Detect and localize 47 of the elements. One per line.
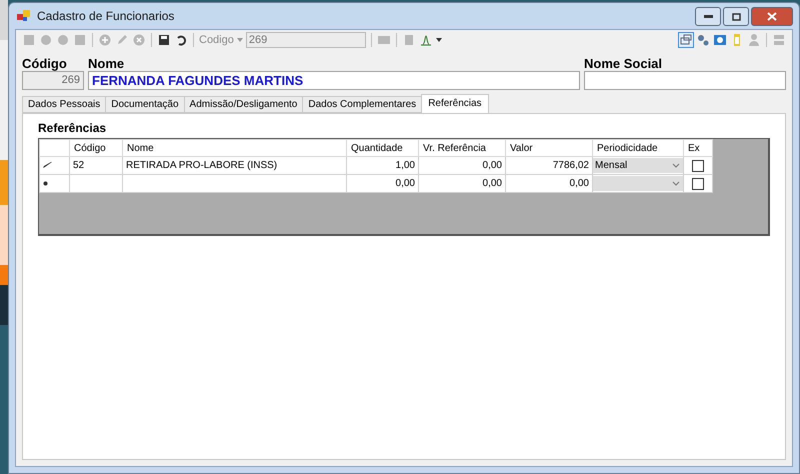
tab[interactable]: Admissão/Desligamento [184, 96, 304, 113]
tab[interactable]: Dados Pessoais [22, 96, 106, 113]
table-cell: RETIRADA PRO-LABORE (INSS) [122, 156, 346, 174]
table-cell: 7786,02 [506, 156, 592, 174]
close-icon [767, 12, 777, 21]
period-dropdown[interactable]: Mensal [593, 158, 683, 173]
table-cell: 0,00 [418, 156, 506, 174]
checkbox[interactable] [692, 160, 704, 172]
tab[interactable]: Dados Complementares [302, 96, 422, 113]
maximize-icon [732, 12, 740, 20]
social-name-field[interactable] [584, 71, 786, 90]
app-icon [17, 10, 31, 22]
field-label: Código [22, 56, 68, 71]
table-cell: 0,00 [346, 174, 418, 192]
window-title: Cadastro de Funcionarios [37, 9, 174, 23]
tab[interactable]: Documentação [105, 96, 185, 113]
field-label: Nome Social [584, 56, 664, 71]
search-field[interactable]: 269 [246, 32, 366, 48]
checkbox[interactable] [692, 178, 704, 190]
table-cell: 52 [70, 156, 122, 174]
new-row-icon [43, 181, 48, 186]
column-header[interactable]: Vr. Referência [418, 140, 506, 156]
column-header[interactable]: Nome [122, 140, 346, 156]
caret-icon [236, 38, 243, 42]
tab[interactable]: Referências [421, 94, 489, 113]
code-field[interactable]: 269 [22, 71, 84, 90]
maximize-button[interactable] [723, 7, 749, 26]
pencil-icon [43, 162, 52, 168]
caret-icon[interactable] [436, 38, 442, 42]
field-label: Nome [88, 56, 126, 71]
close-button[interactable] [751, 7, 793, 26]
table-cell: 0,00 [418, 174, 506, 192]
windows-icon[interactable] [679, 33, 693, 47]
table-cell: 0,00 [506, 174, 592, 192]
section-title: Referências [38, 121, 108, 135]
minimize-icon [704, 15, 712, 18]
screen-icon[interactable] [713, 33, 727, 47]
save-icon[interactable] [157, 33, 171, 47]
column-header[interactable]: Periodicidade [592, 140, 684, 156]
column-header[interactable]: Valor [506, 140, 592, 156]
column-header[interactable]: Ex [684, 140, 712, 156]
column-header[interactable]: Código [70, 140, 122, 156]
name-field[interactable]: FERNANDA FAGUNDES MARTINS [88, 71, 580, 90]
table-cell: 1,00 [346, 156, 418, 174]
chart-icon[interactable] [418, 33, 433, 47]
minimize-button[interactable] [695, 7, 721, 26]
column-header[interactable]: Quantidade [346, 140, 418, 156]
